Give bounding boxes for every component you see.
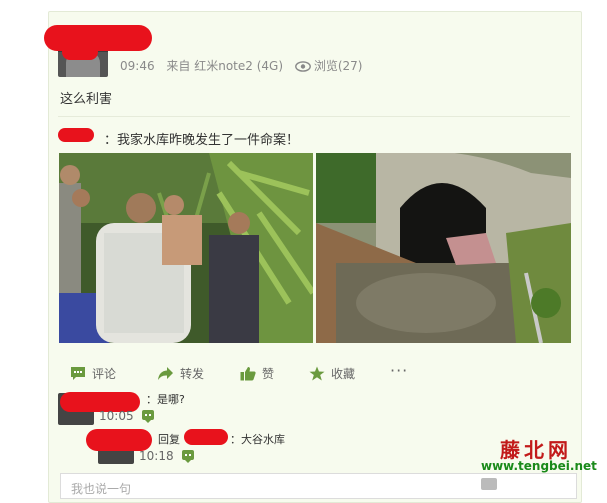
action-bar: 评论 转发 赞 收藏 ··· xyxy=(60,361,575,385)
camera-icon[interactable] xyxy=(481,478,497,490)
comment-text: ：是哪? xyxy=(146,393,185,406)
comment-icon xyxy=(71,367,85,380)
divider xyxy=(58,116,570,117)
repost-label: 转发 xyxy=(180,367,205,381)
comment-button[interactable]: 评论 xyxy=(70,365,116,382)
comment-input-placeholder: 我也说一句 xyxy=(71,482,132,496)
reply-target-redaction xyxy=(184,429,228,445)
post-source: 来自 红米note2 (4G) xyxy=(166,59,284,73)
view-count: 浏览(27) xyxy=(294,59,371,73)
reply-icon[interactable] xyxy=(142,410,154,423)
repost-author-redaction xyxy=(58,128,94,142)
favorite-button[interactable]: 收藏 xyxy=(309,365,355,382)
comment-time: 10:18 xyxy=(139,449,174,463)
repost-text: ：我家水库昨晚发生了一件命案！ xyxy=(104,133,300,148)
repost-button[interactable]: 转发 xyxy=(157,365,204,382)
comment-text: ：大谷水库 xyxy=(230,433,285,446)
eye-icon xyxy=(294,61,311,72)
share-arrow-icon xyxy=(158,367,173,380)
comment-label: 评论 xyxy=(92,367,117,381)
reply-icon[interactable] xyxy=(182,450,194,463)
watermark-url: www.tengbei.net xyxy=(481,459,597,473)
thumbs-up-icon xyxy=(240,367,256,381)
star-icon xyxy=(309,366,325,381)
post-time: 09:46 xyxy=(120,59,155,73)
like-button[interactable]: 赞 xyxy=(240,365,274,382)
username-redaction xyxy=(62,44,98,60)
username-redaction xyxy=(44,25,152,51)
commenter-redaction xyxy=(86,429,152,451)
post-meta: 09:46 来自 红米note2 (4G) 浏览(27) xyxy=(120,57,379,74)
like-label: 赞 xyxy=(262,367,275,381)
reply-label: 回复 xyxy=(158,433,180,446)
comment-input[interactable]: 我也说一句 xyxy=(60,473,577,499)
post-image-reservoir[interactable] xyxy=(316,153,571,343)
post-image-people[interactable] xyxy=(59,153,313,343)
post-text: 这么利害 xyxy=(60,92,113,107)
views-label: 浏览(27) xyxy=(313,59,363,73)
comment-time: 10:05 xyxy=(99,409,134,423)
favorite-label: 收藏 xyxy=(331,367,356,381)
more-icon[interactable]: ··· xyxy=(390,361,408,380)
